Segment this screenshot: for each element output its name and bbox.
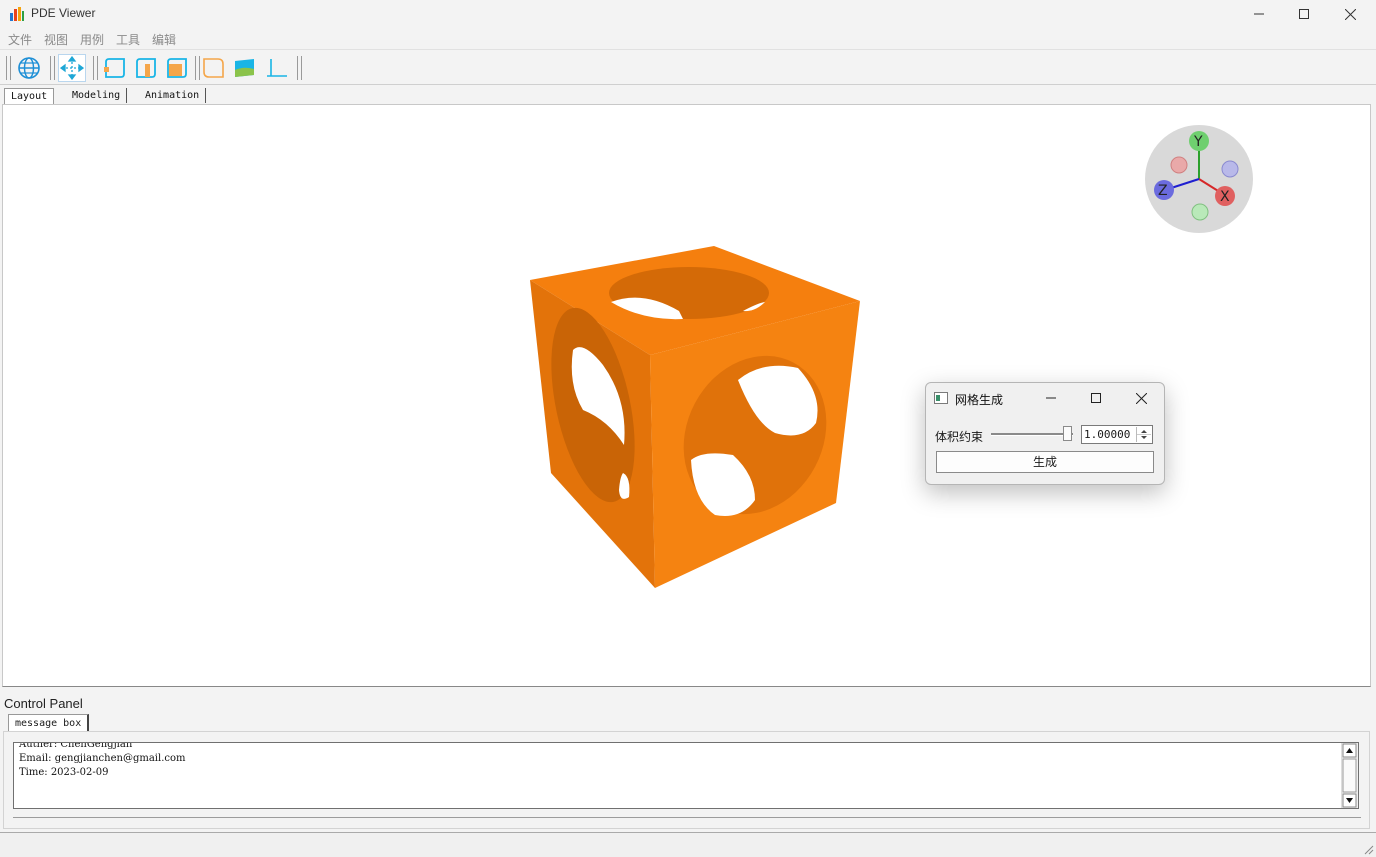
minimize-icon bbox=[1254, 13, 1264, 15]
spinbox-arrows[interactable] bbox=[1136, 427, 1151, 442]
tab-animation[interactable]: Animation bbox=[139, 88, 207, 103]
surface-icon bbox=[235, 59, 254, 77]
message-text: Auther: ChenGengjian Email: gengjianchen… bbox=[19, 742, 186, 778]
spin-arrows-icon[interactable] bbox=[1137, 427, 1151, 442]
dialog-close-button[interactable] bbox=[1126, 387, 1156, 409]
message-box[interactable]: Auther: ChenGengjian Email: gengjianchen… bbox=[13, 742, 1359, 809]
menu-tools[interactable]: 工具 bbox=[116, 31, 140, 48]
toolbar-separator bbox=[93, 56, 98, 80]
gizmo-neg-z-ball[interactable] bbox=[1221, 160, 1239, 178]
mesh-generation-dialog: 网格生成 体积约束 1.00000 生成 bbox=[925, 382, 1165, 485]
menu-examples[interactable]: 用例 bbox=[80, 31, 104, 48]
rounded-square-icon bbox=[203, 58, 224, 78]
view-left-button[interactable] bbox=[101, 54, 129, 82]
axes-button[interactable] bbox=[262, 54, 290, 82]
dialog-title: 网格生成 bbox=[955, 393, 1004, 407]
globe-button[interactable] bbox=[15, 54, 43, 82]
volume-constraint-label: 体积约束 bbox=[935, 430, 984, 444]
view-front-button[interactable] bbox=[132, 54, 160, 82]
tab-modeling[interactable]: Modeling bbox=[66, 88, 128, 103]
title-bar: PDE Viewer bbox=[0, 0, 1376, 28]
menu-bar: 文件 视图 用例 工具 编辑 bbox=[0, 29, 1376, 50]
minimize-icon bbox=[1046, 397, 1056, 399]
face-left-icon bbox=[104, 58, 125, 78]
dialog-minimize-button[interactable] bbox=[1036, 387, 1066, 409]
orientation-gizmo[interactable]: Y X Z bbox=[1145, 125, 1253, 233]
move-button[interactable] bbox=[58, 54, 86, 82]
menu-edit[interactable]: 编辑 bbox=[152, 31, 176, 48]
gizmo-y-label: Y bbox=[1193, 134, 1203, 150]
view-right-button[interactable] bbox=[163, 54, 191, 82]
toolbar-separator bbox=[50, 56, 55, 80]
control-panel-title: Control Panel bbox=[4, 696, 83, 711]
app-logo-icon bbox=[10, 7, 24, 21]
minimize-button[interactable] bbox=[1236, 0, 1282, 28]
gizmo-neg-x-ball[interactable] bbox=[1170, 156, 1188, 174]
face-right-icon bbox=[167, 58, 187, 78]
globe-icon bbox=[18, 57, 40, 79]
face-front-icon bbox=[136, 58, 156, 78]
menu-file[interactable]: 文件 bbox=[8, 31, 32, 48]
gizmo-neg-y-ball[interactable] bbox=[1191, 203, 1209, 221]
menu-view[interactable]: 视图 bbox=[44, 31, 68, 48]
volume-slider-handle[interactable] bbox=[1063, 426, 1072, 441]
toolbar-handle[interactable] bbox=[6, 56, 11, 80]
axes-icon bbox=[267, 59, 287, 77]
toolbar bbox=[0, 51, 1376, 85]
maximize-icon bbox=[1299, 9, 1309, 19]
close-icon bbox=[1344, 8, 1356, 20]
volume-spinbox-value[interactable]: 1.00000 bbox=[1084, 428, 1130, 441]
status-bar bbox=[0, 832, 1376, 857]
panel-divider bbox=[13, 817, 1361, 818]
close-icon bbox=[1135, 392, 1147, 404]
window-title: PDE Viewer bbox=[31, 6, 96, 20]
tab-layout[interactable]: Layout bbox=[4, 88, 55, 105]
rounded-shape-button[interactable] bbox=[200, 54, 228, 82]
3d-viewport[interactable]: Y X Z bbox=[2, 104, 1371, 687]
toolbar-separator bbox=[297, 56, 302, 80]
gizmo-z-label: Z bbox=[1158, 183, 1168, 199]
maximize-button[interactable] bbox=[1281, 0, 1327, 28]
scrollbar-arrows-icon[interactable] bbox=[1342, 743, 1358, 808]
generate-button[interactable]: 生成 bbox=[936, 451, 1154, 473]
volume-spinbox[interactable]: 1.00000 bbox=[1081, 425, 1153, 444]
gizmo-x-label: X bbox=[1220, 189, 1230, 205]
surface-button[interactable] bbox=[231, 54, 259, 82]
volume-slider-track[interactable] bbox=[991, 433, 1073, 436]
resize-grip-icon[interactable] bbox=[1362, 843, 1374, 855]
move-arrows-icon bbox=[60, 56, 84, 80]
close-button[interactable] bbox=[1327, 0, 1373, 28]
message-scrollbar[interactable] bbox=[1341, 743, 1358, 808]
maximize-icon bbox=[1091, 393, 1101, 403]
dialog-maximize-button[interactable] bbox=[1081, 387, 1111, 409]
tab-bar: Layout Modeling Animation bbox=[0, 86, 1376, 105]
dialog-window-icon bbox=[934, 392, 948, 404]
tab-message-box[interactable]: message box bbox=[8, 714, 90, 732]
